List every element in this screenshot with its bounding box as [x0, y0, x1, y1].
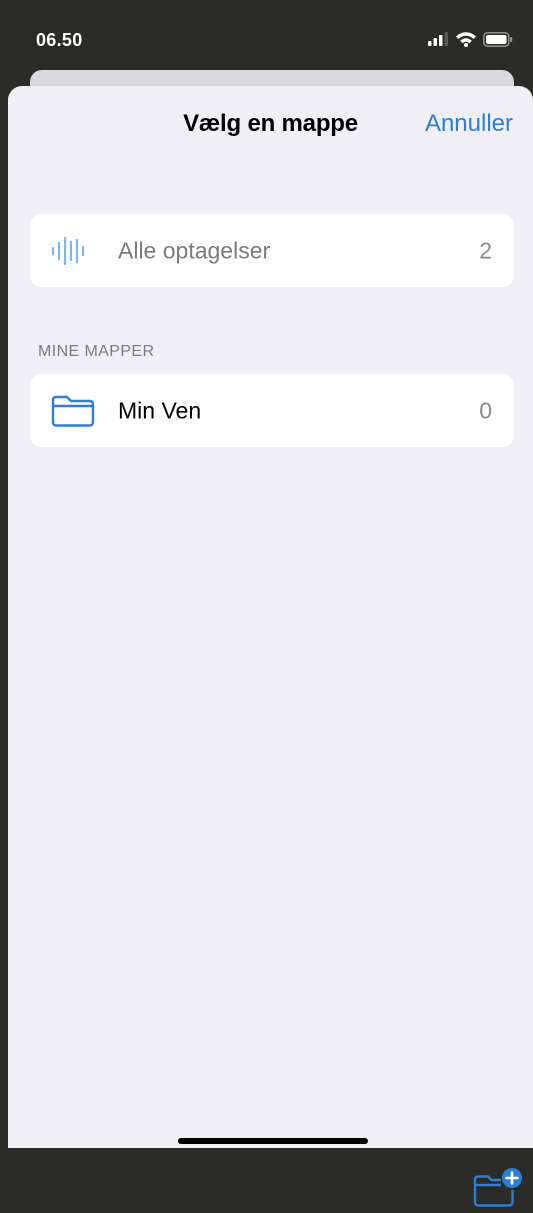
all-recordings-row[interactable]: Alle optagelser 2 [30, 214, 514, 287]
folder-label: Min Ven [118, 397, 202, 423]
new-folder-icon [473, 1168, 522, 1207]
cellular-signal-icon [428, 32, 448, 46]
status-time: 06.50 [36, 30, 83, 50]
all-recordings-count: 2 [479, 237, 492, 263]
waveform-icon [50, 236, 86, 266]
folder-count: 0 [479, 397, 492, 423]
battery-icon [483, 31, 513, 47]
choose-folder-sheet: Vælg en mappe Annuller Alle optagelser 2… [8, 86, 533, 1207]
cancel-button[interactable]: Annuller [425, 110, 513, 138]
home-indicator[interactable] [178, 1138, 368, 1144]
status-icons [427, 31, 513, 47]
folder-icon [50, 394, 96, 428]
wifi-icon [456, 32, 476, 47]
section-header-my-folders: MINE MAPPER [38, 343, 155, 360]
new-folder-button[interactable] [473, 1166, 523, 1208]
folder-row-min-ven[interactable]: Min Ven 0 [30, 374, 514, 447]
all-recordings-label: Alle optagelser [118, 237, 271, 263]
